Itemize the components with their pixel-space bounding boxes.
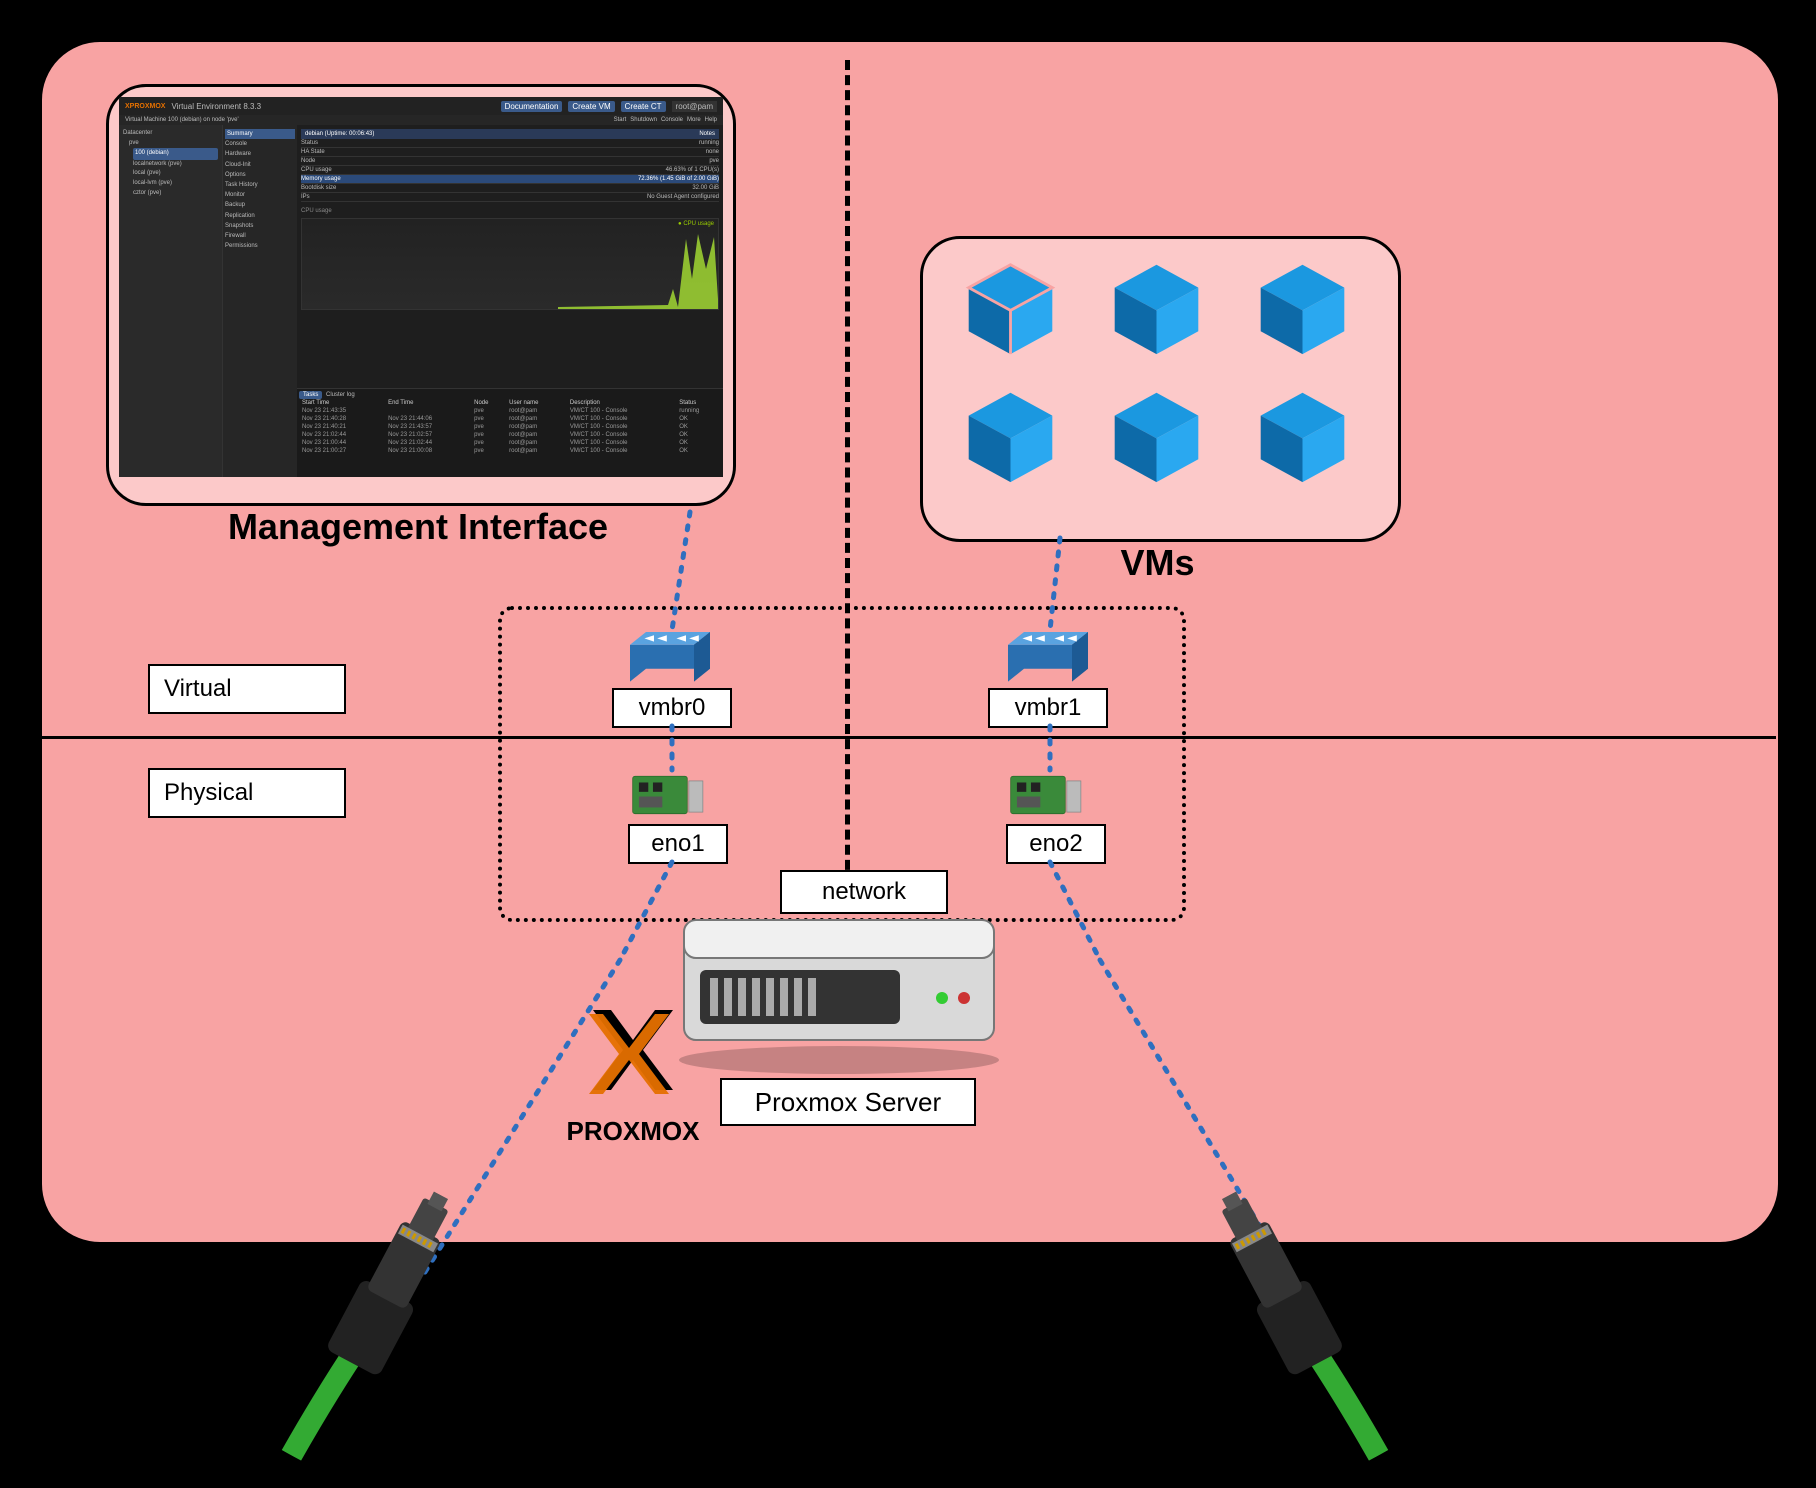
task-log: Tasks Cluster log Start TimeEnd TimeNode…	[297, 388, 723, 477]
proxmox-version: Virtual Environment 8.3.3	[171, 102, 261, 111]
tree-local[interactable]: local (pve)	[133, 169, 218, 179]
server-label: Proxmox Server	[720, 1078, 976, 1126]
summary-header: debian (Uptime: 00:06:43)	[305, 131, 374, 137]
log-row[interactable]: Nov 23 21:02:44Nov 23 21:02:57pveroot@pa…	[299, 431, 721, 439]
tree-datacenter[interactable]: Datacenter	[123, 129, 218, 139]
cpu-chart-legend: CPU usage	[683, 221, 714, 227]
tab-console[interactable]: Console	[225, 139, 295, 149]
tree-node-pve[interactable]: pve	[123, 139, 218, 149]
vmbr0-label: vmbr0	[612, 688, 732, 728]
btn-shutdown[interactable]: Shutdown	[630, 117, 657, 123]
btn-create-vm[interactable]: Create VM	[568, 101, 614, 112]
status-row: CPU usage46.63% of 1 CPU(s)	[301, 166, 719, 175]
proxmox-ui-header: XPROXMOX Virtual Environment 8.3.3 Docum…	[119, 97, 723, 115]
vm-cube-icon	[1109, 389, 1204, 484]
status-row: HA Statenone	[301, 148, 719, 157]
network-label: network	[780, 870, 948, 914]
vm-cube-icon	[1255, 261, 1350, 356]
btn-user[interactable]: root@pam	[672, 101, 717, 112]
vm-cube-icon	[1109, 261, 1204, 356]
btn-more[interactable]: More	[687, 117, 701, 123]
vm-toolbar: Virtual Machine 100 (debian) on node 'pv…	[119, 115, 723, 125]
logtab-tasks[interactable]: Tasks	[299, 391, 322, 399]
log-row[interactable]: Nov 23 21:00:44Nov 23 21:02:44pveroot@pa…	[299, 439, 721, 447]
proxmox-brand: XPROXMOX	[125, 103, 165, 110]
status-row: Statusrunning	[301, 139, 719, 148]
mgmt-title: Management Interface	[106, 506, 730, 548]
tab-cloud-init[interactable]: Cloud-Init	[225, 160, 295, 170]
vm-cube-icon	[1255, 389, 1350, 484]
switch-icon	[630, 632, 710, 686]
vms-title: VMs	[920, 542, 1395, 584]
status-row: Memory usage72.36% (1.45 GiB of 2.00 GiB…	[301, 175, 719, 184]
tab-summary[interactable]: Summary	[225, 129, 295, 139]
tab-monitor[interactable]: Monitor	[225, 190, 295, 200]
nic-icon	[1006, 770, 1084, 822]
vms-box	[920, 236, 1401, 542]
resource-tree[interactable]: Datacenter pve 100 (debian) localnetwork…	[119, 125, 223, 477]
cpu-chart: ● CPU usage	[301, 218, 719, 310]
tree-vm-100[interactable]: 100 (debian)	[133, 148, 218, 160]
tab-hardware[interactable]: Hardware	[225, 149, 295, 159]
tab-firewall[interactable]: Firewall	[225, 231, 295, 241]
eno2-label: eno2	[1006, 824, 1106, 864]
notes-header: Notes	[699, 131, 715, 137]
eno1-label: eno1	[628, 824, 728, 864]
cpu-chart-title: CPU usage	[301, 208, 719, 214]
log-row[interactable]: Nov 23 21:00:27Nov 23 21:00:08pveroot@pa…	[299, 447, 721, 455]
tab-backup[interactable]: Backup	[225, 200, 295, 210]
btn-start[interactable]: Start	[614, 117, 627, 123]
btn-console[interactable]: Console	[661, 117, 683, 123]
tab-options[interactable]: Options	[225, 170, 295, 180]
log-row[interactable]: Nov 23 21:40:21Nov 23 21:43:57pveroot@pa…	[299, 423, 721, 431]
tab-permissions[interactable]: Permissions	[225, 241, 295, 251]
proxmox-logo-text: PROXMOX	[567, 1116, 701, 1146]
breadcrumb: Virtual Machine 100 (debian) on node 'pv…	[125, 117, 239, 123]
status-row: Nodepve	[301, 157, 719, 166]
tree-cztor[interactable]: cztor (pve)	[133, 189, 218, 199]
proxmox-logo-icon: PROXMOX	[528, 1010, 738, 1160]
tree-local-lvm[interactable]: local-lvm (pve)	[133, 179, 218, 189]
tree-localnetwork[interactable]: localnetwork (pve)	[133, 160, 218, 170]
status-row: IPsNo Guest Agent configured	[301, 193, 719, 202]
status-row: Bootdisk size32.00 GiB	[301, 184, 719, 193]
tab-snapshots[interactable]: Snapshots	[225, 221, 295, 231]
virtual-layer-label: Virtual	[148, 664, 346, 714]
logtab-cluster[interactable]: Cluster log	[326, 392, 355, 398]
btn-docs[interactable]: Documentation	[501, 101, 563, 112]
btn-help[interactable]: Help	[705, 117, 717, 123]
vmbr1-label: vmbr1	[988, 688, 1108, 728]
tab-task-history[interactable]: Task History	[225, 180, 295, 190]
log-row[interactable]: Nov 23 21:43:35pveroot@pamVM/CT 100 - Co…	[299, 407, 721, 415]
management-interface-box: XPROXMOX Virtual Environment 8.3.3 Docum…	[106, 84, 736, 506]
summary-panel: debian (Uptime: 00:06:43) Notes Statusru…	[297, 125, 723, 388]
log-row[interactable]: Nov 23 21:40:28Nov 23 21:44:06pveroot@pa…	[299, 415, 721, 423]
switch-icon	[1008, 632, 1088, 686]
physical-layer-label: Physical	[148, 768, 346, 818]
tab-replication[interactable]: Replication	[225, 211, 295, 221]
nic-icon	[628, 770, 706, 822]
btn-create-ct[interactable]: Create CT	[621, 101, 666, 112]
vm-cube-icon	[963, 261, 1058, 356]
vm-side-tabs: Summary Console Hardware Cloud-Init Opti…	[223, 125, 297, 477]
vm-cube-icon	[963, 389, 1058, 484]
proxmox-ui-screenshot: XPROXMOX Virtual Environment 8.3.3 Docum…	[119, 97, 723, 477]
